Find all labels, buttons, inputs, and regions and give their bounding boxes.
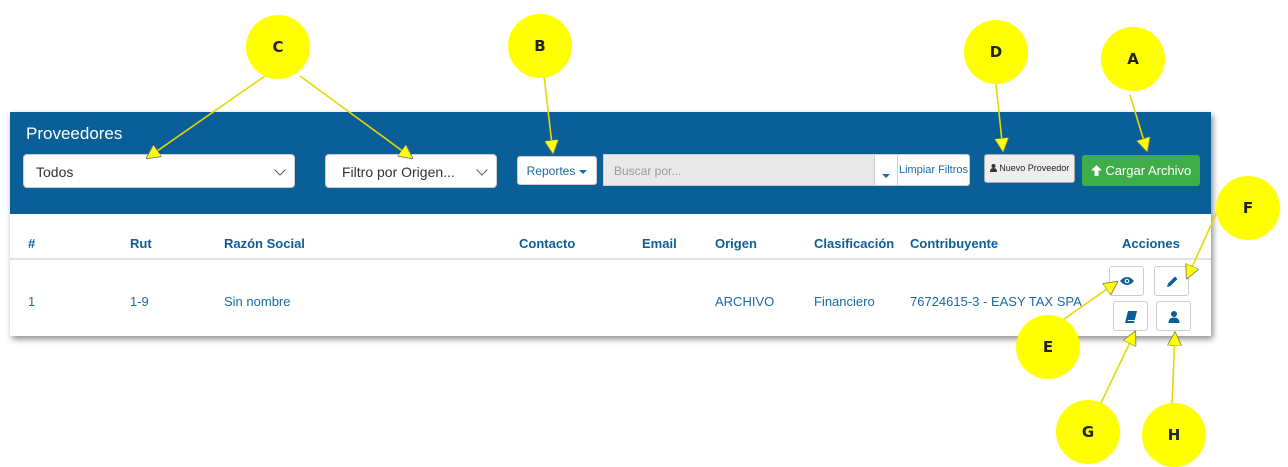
callout-f: F: [1216, 176, 1280, 240]
callout-h: H: [1142, 403, 1206, 467]
callout-d: D: [964, 20, 1028, 84]
callout-b: B: [508, 14, 572, 78]
arrow-g: [1099, 332, 1135, 406]
arrow-c-right: [299, 75, 412, 158]
arrow-c-left: [147, 75, 266, 158]
annotation-arrows: [0, 75, 1218, 406]
callout-a: A: [1101, 27, 1165, 91]
arrow-e: [1059, 282, 1117, 323]
arrow-f: [1187, 211, 1218, 278]
arrow-b: [543, 75, 553, 153]
callout-e: E: [1016, 315, 1080, 379]
callout-c: C: [246, 15, 310, 79]
arrow-d: [996, 83, 1003, 151]
callout-g: G: [1056, 400, 1120, 464]
arrow-h: [1172, 333, 1175, 406]
arrow-a: [1129, 94, 1147, 151]
